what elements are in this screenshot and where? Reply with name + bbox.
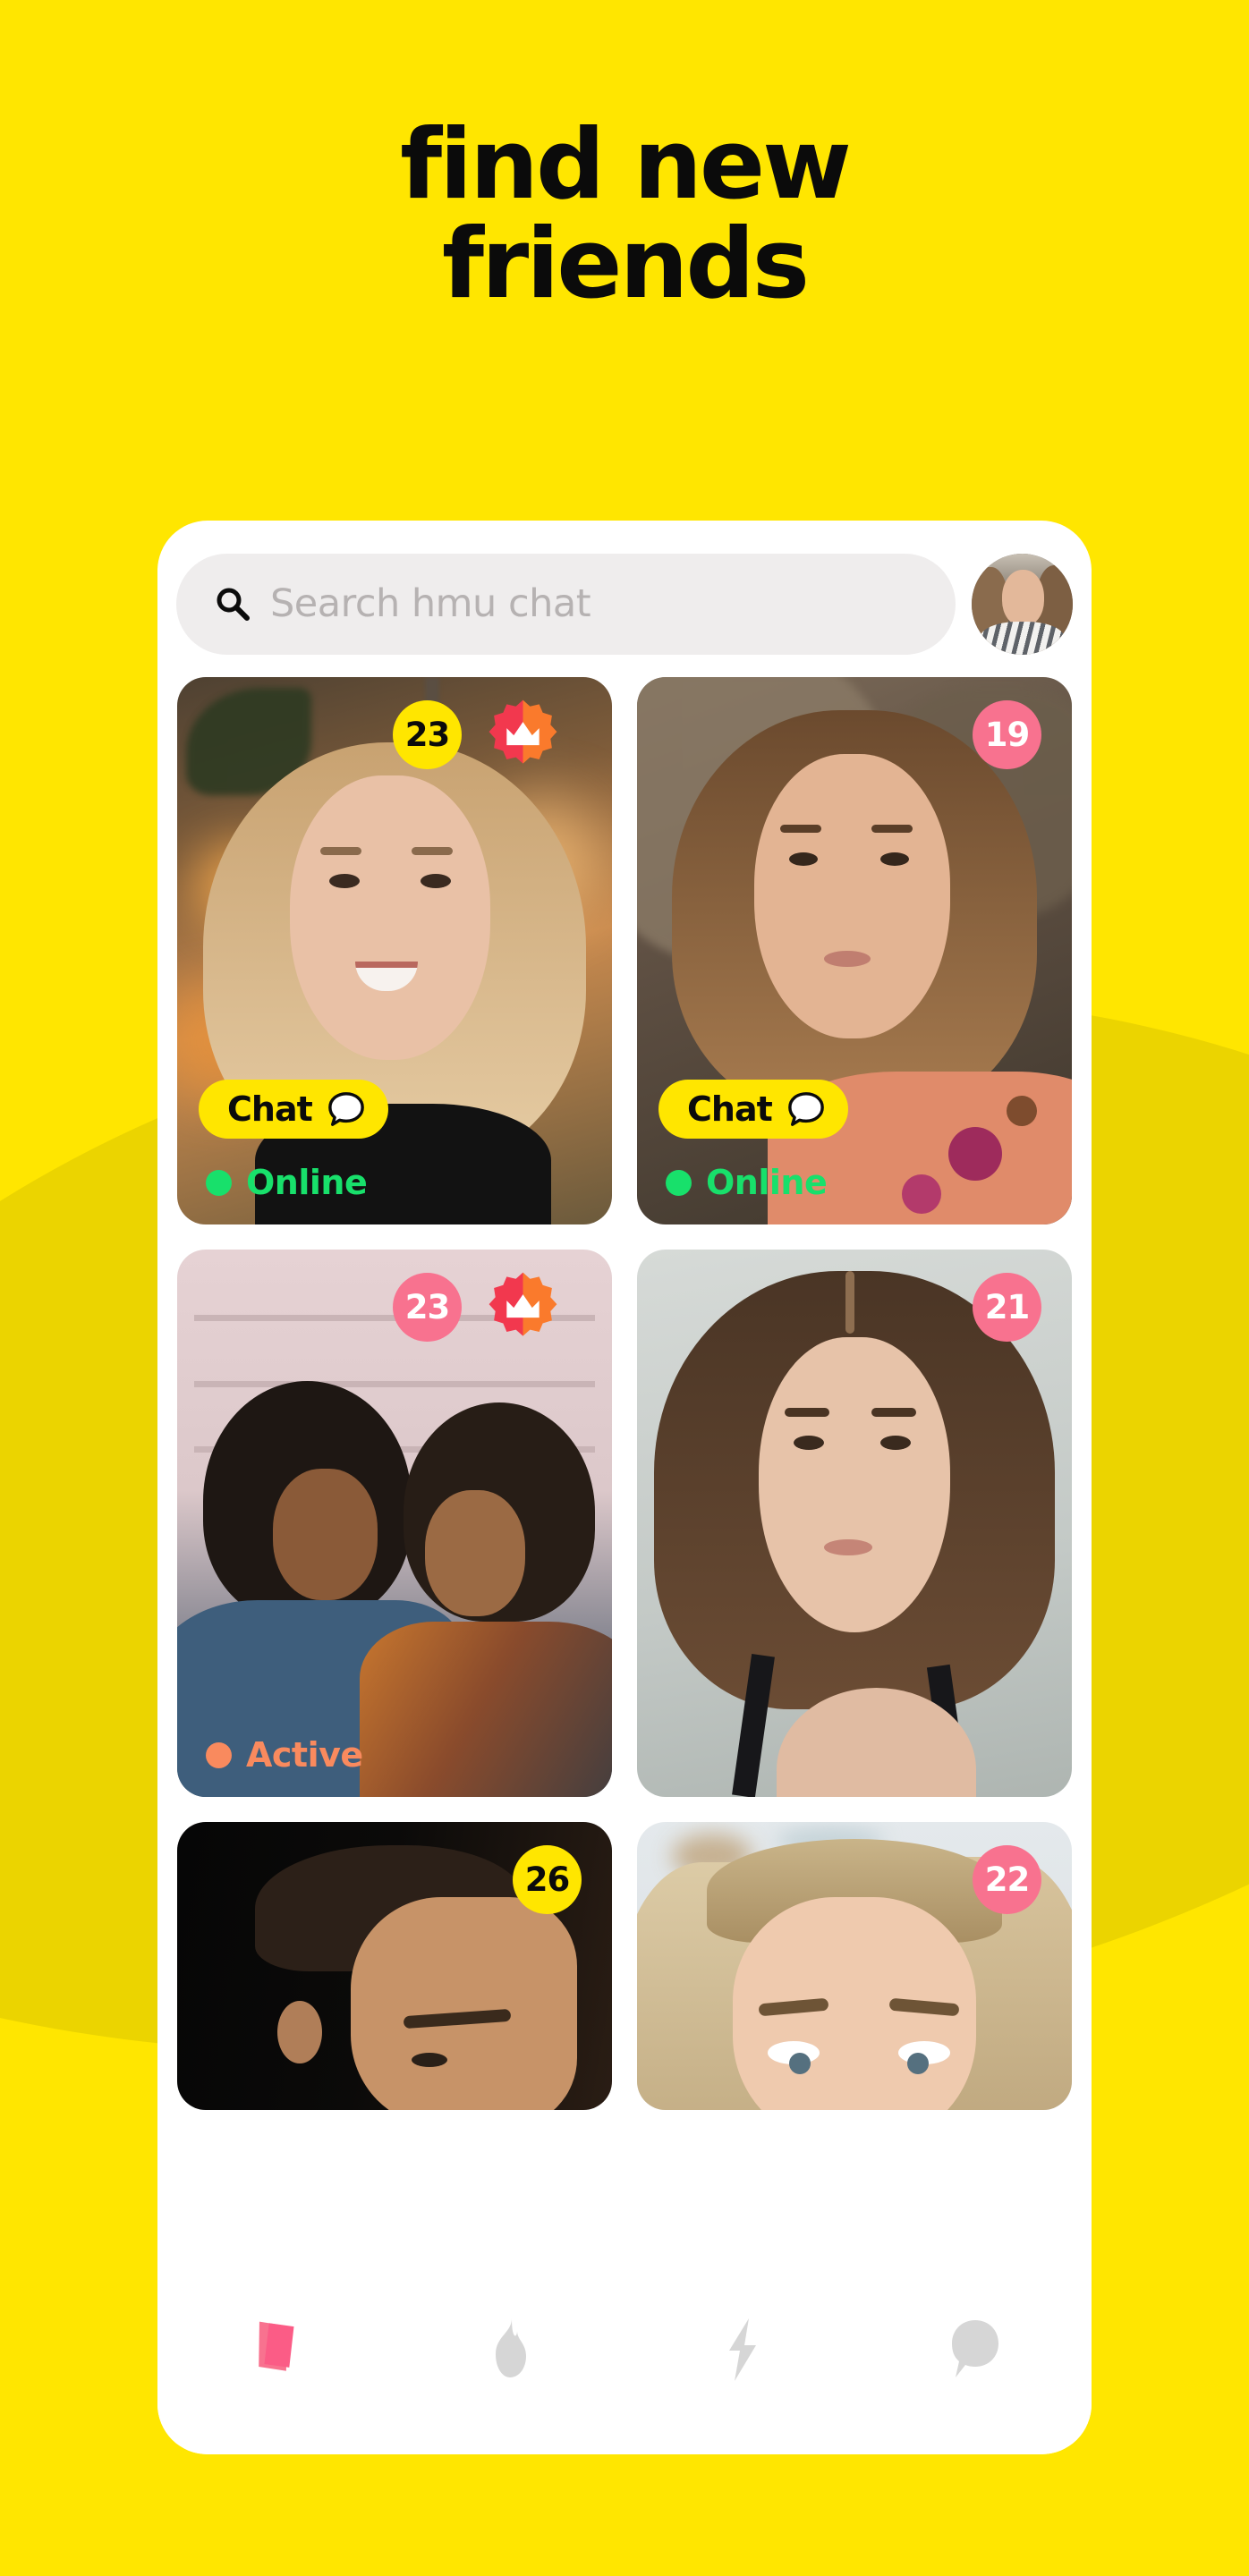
status-label: Online bbox=[246, 1163, 368, 1202]
cards-stack-icon bbox=[258, 2321, 293, 2371]
search-icon bbox=[217, 588, 250, 621]
status-dot bbox=[206, 1741, 232, 1768]
search-row: Search hmu chat bbox=[176, 551, 1073, 657]
crown-badge-icon bbox=[489, 699, 557, 764]
age-badge: 22 bbox=[973, 1845, 1041, 1914]
nav-item-chat[interactable] bbox=[858, 2315, 1092, 2385]
age-badge: 23 bbox=[393, 700, 462, 769]
profile-grid: 23 Chat Online 19 Chat Online 23 Active … bbox=[177, 677, 1072, 2110]
status-label: Online bbox=[706, 1163, 828, 1202]
speech-bubble-icon bbox=[787, 1092, 824, 1126]
status-badge: Active bbox=[206, 1738, 363, 1772]
speech-bubble-icon bbox=[327, 1092, 364, 1126]
age-badge: 19 bbox=[973, 700, 1041, 769]
avatar[interactable] bbox=[972, 553, 1073, 655]
chat-button[interactable]: Chat bbox=[199, 1080, 388, 1139]
status-badge: Online bbox=[666, 1163, 828, 1202]
chat-button[interactable]: Chat bbox=[658, 1080, 848, 1139]
phone-mockup: Search hmu chat 23 Chat Online 19 Chat O… bbox=[157, 521, 1092, 2454]
page-title: find new friends bbox=[0, 116, 1249, 313]
avatar-face bbox=[1001, 569, 1045, 626]
bottom-navigation bbox=[157, 2283, 1092, 2454]
profile-card[interactable]: 22 bbox=[637, 1822, 1072, 2110]
search-input[interactable]: Search hmu chat bbox=[176, 553, 956, 655]
nav-item-lightning[interactable] bbox=[624, 2315, 858, 2385]
status-label: Active bbox=[246, 1735, 363, 1775]
age-badge: 21 bbox=[973, 1273, 1041, 1342]
age-badge: 23 bbox=[393, 1273, 462, 1342]
chat-button-label: Chat bbox=[687, 1089, 773, 1129]
crown-badge-icon bbox=[489, 1272, 557, 1336]
profile-card[interactable]: 23 Active bbox=[177, 1250, 612, 1797]
avatar-shirt bbox=[980, 622, 1065, 655]
status-dot bbox=[666, 1169, 692, 1196]
page-title-line-2: friends bbox=[442, 208, 810, 320]
nav-item-cards[interactable] bbox=[157, 2315, 391, 2385]
profile-card[interactable]: 26 bbox=[177, 1822, 612, 2110]
age-badge: 26 bbox=[513, 1845, 582, 1914]
speech-bubble-icon bbox=[951, 2320, 998, 2377]
profile-card[interactable]: 23 Chat Online bbox=[177, 677, 612, 1224]
page-title-line-1: find new bbox=[400, 109, 852, 222]
status-dot bbox=[206, 1169, 232, 1196]
search-placeholder: Search hmu chat bbox=[270, 581, 591, 626]
profile-card[interactable]: 21 bbox=[637, 1250, 1072, 1797]
status-badge: Online bbox=[206, 1163, 368, 1202]
flame-icon bbox=[495, 2318, 526, 2377]
lightning-bolt-icon bbox=[728, 2318, 756, 2381]
nav-item-flame[interactable] bbox=[391, 2315, 624, 2385]
profile-card[interactable]: 19 Chat Online bbox=[637, 677, 1072, 1224]
chat-button-label: Chat bbox=[227, 1089, 313, 1129]
